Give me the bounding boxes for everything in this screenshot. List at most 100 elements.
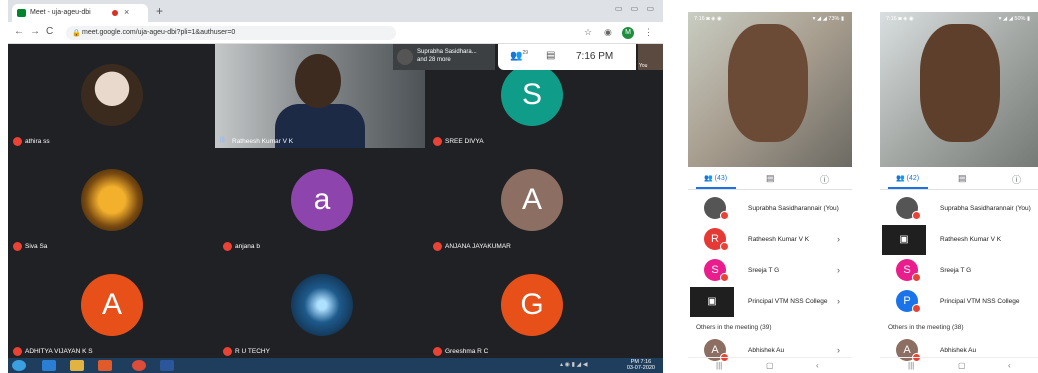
participant-row[interactable]: ▣ Principal VTM NSS College › [688, 287, 852, 317]
word-icon[interactable] [160, 360, 174, 371]
people-tabs: 👥 (43) ▤ ⓘ [688, 170, 852, 190]
participant-row[interactable]: R Ratheesh Kumar V K › [688, 225, 852, 255]
android-nav-bar: ||| ▢ ‹ [688, 357, 852, 373]
tab-people[interactable]: 👥 (43) [704, 174, 727, 182]
avatar: A [501, 169, 563, 231]
mic-muted-icon [433, 347, 442, 356]
camera-view: 7:16 ◙ ◈ ◉ ▾ ◢ ◢ 50% ▮ [880, 12, 1038, 167]
mic-muted-icon [433, 137, 442, 146]
chevron-right-icon[interactable]: › [837, 296, 840, 306]
browser-menu-icon[interactable]: ⋮ [644, 27, 653, 38]
participant-row[interactable]: Suprabha Sasidharannair (You) [880, 194, 1038, 224]
participant-row[interactable]: P Principal VTM NSS College [880, 287, 1038, 317]
participant-photo [81, 169, 143, 231]
window-controls[interactable]: ▭ ▭ ▭ [615, 4, 657, 13]
mic-muted-icon [720, 242, 729, 251]
reload-button[interactable]: C [46, 26, 53, 37]
participant-name: SREE DIVYA [445, 138, 484, 145]
camera-view: 7:16 ◙ ◈ ◉ ▾ ◢ ◢ 73% ▮ [688, 12, 852, 167]
speaker-face [920, 24, 1000, 142]
participant-name: Abhishek Au [940, 347, 977, 354]
participant-name: anjana b [235, 243, 260, 250]
mic-muted-icon [223, 242, 232, 251]
tab-chat-icon[interactable]: ▤ [766, 173, 775, 184]
back-icon[interactable]: ‹ [1008, 361, 1011, 370]
participants-count: 29 [522, 50, 529, 56]
avatar: ▣ [690, 287, 734, 317]
desktop-screen: Meet - uja-ageu-dbi × + ▭ ▭ ▭ ← → C 🔒 me… [8, 0, 663, 373]
tab-bar: Meet - uja-ageu-dbi × + ▭ ▭ ▭ [8, 0, 663, 22]
meet-top-bar: Suprabha Sasidhara... and 28 more 👥29 ▤ … [393, 44, 663, 70]
mic-muted-icon [720, 211, 729, 220]
chevron-right-icon[interactable]: › [837, 345, 840, 355]
participant-name: Suprabha Sasidharannair (You) [748, 205, 839, 212]
mic-muted-icon [13, 347, 22, 356]
home-icon[interactable]: ▢ [766, 361, 774, 370]
active-tab-indicator [696, 187, 736, 189]
media-icon[interactable] [98, 360, 112, 371]
chrome-icon[interactable] [132, 360, 146, 371]
tile-greeshma[interactable]: G Greeshma R C [428, 254, 636, 358]
avatar: A [81, 274, 143, 336]
chevron-right-icon[interactable]: › [837, 265, 840, 275]
folder-icon[interactable] [70, 360, 84, 371]
tile-athira-ss[interactable]: athira ss [8, 44, 216, 148]
tab-meet[interactable]: Meet - uja-ageu-dbi × [12, 4, 148, 22]
participant-row[interactable]: Suprabha Sasidharannair (You) [688, 194, 852, 224]
start-button-icon[interactable] [12, 360, 26, 371]
participant-name: Suprabha Sasidharannair (You) [940, 205, 1031, 212]
tile-anjana-jayakumar[interactable]: A ANJANA JAYAKUMAR [428, 149, 636, 253]
others-header: Others in the meeting (38) [888, 324, 964, 331]
recording-dot-icon [112, 10, 118, 16]
profile-avatar[interactable]: M [622, 27, 634, 39]
new-tab-button[interactable]: + [156, 4, 163, 18]
participant-row[interactable]: S Sreeja T G [880, 256, 1038, 286]
status-left: 7:16 ◙ ◈ ◉ [694, 16, 722, 22]
tile-r-u-techy[interactable]: R U TECHY [218, 254, 426, 358]
chevron-right-icon[interactable]: › [837, 234, 840, 244]
bookmark-star-icon[interactable]: ☆ [584, 27, 592, 38]
mic-active-icon: ||| [220, 137, 225, 143]
tab-people[interactable]: 👥 (42) [896, 174, 919, 182]
extension-icon[interactable]: ◉ [604, 27, 612, 38]
tile-adhitya[interactable]: A ADHITYA VIJAYAN K S [8, 254, 216, 358]
participant-photo [81, 64, 143, 126]
home-icon[interactable]: ▢ [958, 361, 966, 370]
participant-name: Sreeja T G [940, 267, 972, 274]
forward-button[interactable]: → [30, 26, 40, 37]
url-text: meet.google.com/uja-ageu-dbi?pli=1&authu… [82, 29, 236, 36]
active-tab-indicator [888, 187, 928, 189]
participant-name: Abhishek Au [748, 347, 785, 354]
system-tray[interactable]: ▴ ◉ ▮ ◢ ◀ [560, 361, 587, 368]
windows-taskbar: ▴ ◉ ▮ ◢ ◀ PM 7:16 03-07-2020 [8, 358, 663, 373]
recent-apps-icon[interactable]: ||| [908, 361, 914, 370]
taskbar-clock[interactable]: PM 7:16 03-07-2020 [627, 359, 655, 371]
participant-row[interactable]: S Sreeja T G › [688, 256, 852, 286]
participant-name: Sreeja T G [748, 267, 780, 274]
ie-icon[interactable] [42, 360, 56, 371]
self-view[interactable]: You [638, 44, 663, 70]
address-bar[interactable]: 🔒 meet.google.com/uja-ageu-dbi?pli=1&aut… [66, 26, 396, 40]
tab-info-icon[interactable]: ⓘ [820, 173, 829, 186]
back-icon[interactable]: ‹ [816, 361, 819, 370]
clock-date: 03-07-2020 [626, 365, 655, 371]
mic-muted-icon [912, 273, 921, 282]
back-button[interactable]: ← [14, 26, 24, 37]
presenter-avatar [397, 49, 413, 65]
presenter-chip[interactable]: Suprabha Sasidhara... and 28 more [393, 44, 495, 70]
tab-close-icon[interactable]: × [124, 7, 129, 17]
tab-chat-icon[interactable]: ▤ [958, 173, 967, 184]
tab-info-icon[interactable]: ⓘ [1012, 173, 1021, 186]
recent-apps-icon[interactable]: ||| [716, 361, 722, 370]
participant-name: Ratheesh Kumar V K [232, 138, 294, 145]
participant-row[interactable]: ▣ Ratheesh Kumar V K [880, 225, 1038, 255]
presenter-name: Suprabha Sasidhara... [417, 49, 477, 55]
chat-icon[interactable]: ▤ [546, 50, 555, 61]
self-label: You [639, 63, 648, 69]
mic-muted-icon [13, 137, 22, 146]
tile-anjana-b[interactable]: a anjana b [218, 149, 426, 253]
tile-siva-sa[interactable]: Siva Sa [8, 149, 216, 253]
participant-name: Greeshma R C [445, 348, 489, 355]
speaker-face [728, 24, 808, 142]
people-icon[interactable]: 👥29 [510, 50, 528, 61]
